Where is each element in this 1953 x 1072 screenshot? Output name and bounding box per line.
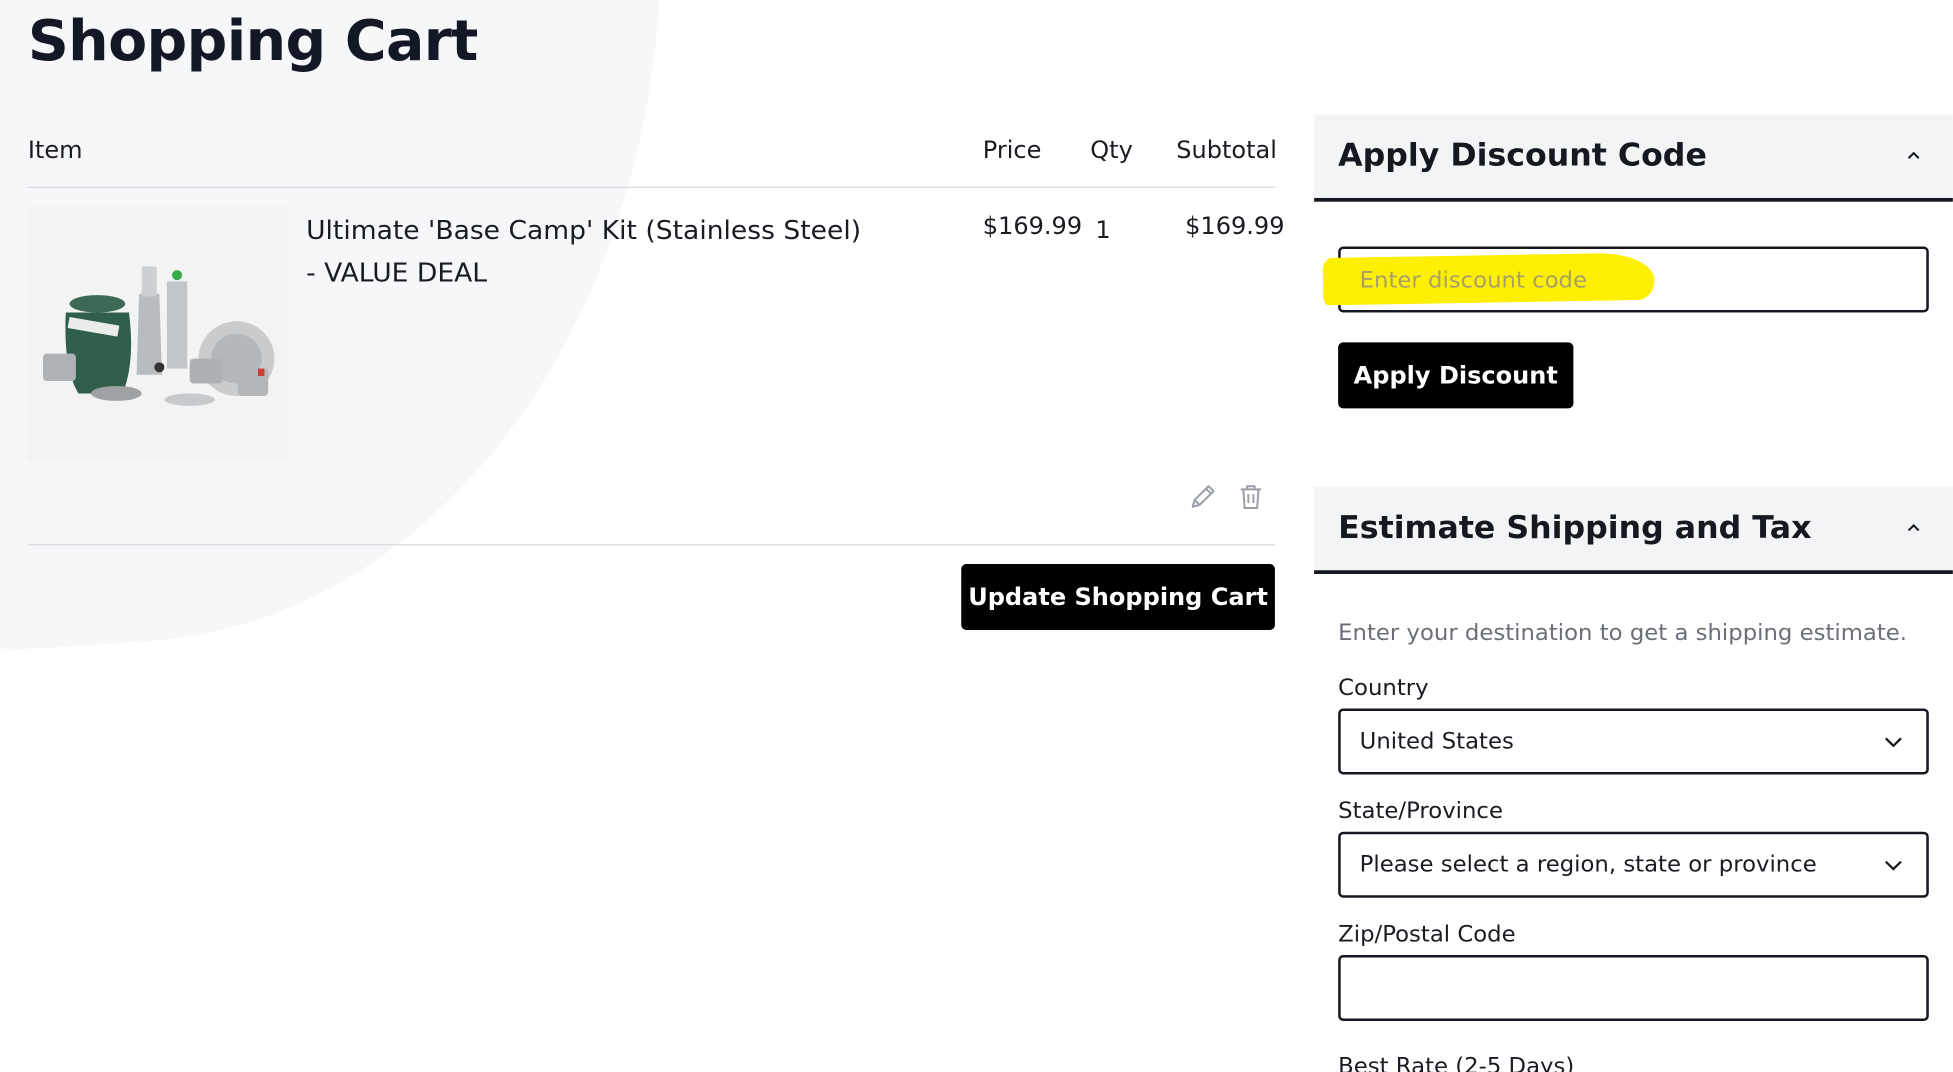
country-select[interactable]: United States [1338,708,1929,775]
table-header-divider [27,186,1275,189]
country-label: Country [1338,674,1429,701]
state-select-value: Please select a region, state or provinc… [1359,851,1817,878]
update-shopping-cart-button[interactable]: Update Shopping Cart [961,564,1275,631]
discount-panel-header[interactable]: Apply Discount Code [1314,114,1953,202]
trash-icon[interactable] [1236,482,1266,512]
discount-panel-title: Apply Discount Code [1338,136,1707,174]
pencil-icon[interactable] [1188,482,1218,512]
product-image-graphic [27,206,288,461]
column-header-item: Item [27,136,83,165]
country-select-value: United States [1359,728,1514,755]
page-title: Shopping Cart [27,7,479,74]
state-select[interactable]: Please select a region, state or provinc… [1338,831,1929,898]
shipping-estimate-note: Enter your destination to get a shipping… [1338,620,1908,647]
state-label: State/Province [1338,798,1503,825]
shipping-panel-title: Estimate Shipping and Tax [1338,509,1812,546]
chevron-down-icon [1885,737,1902,748]
shipping-panel-header[interactable]: Estimate Shipping and Tax [1314,486,1953,574]
zip-label: Zip/Postal Code [1338,921,1516,948]
product-name-link[interactable]: Ultimate 'Base Camp' Kit (Stainless Stee… [306,209,863,294]
apply-discount-button[interactable]: Apply Discount [1338,342,1574,409]
chevron-up-icon [1907,151,1920,159]
cart-actions-divider [27,544,1275,546]
chevron-down-icon [1885,860,1902,871]
zip-code-input[interactable] [1338,954,1929,1021]
page: Shopping Cart Item Price Qty Subtotal Ul… [0,0,1953,1072]
column-header-subtotal: Subtotal [1176,136,1277,165]
chevron-up-icon [1907,524,1920,532]
item-subtotal: $169.99 [1185,212,1285,241]
column-header-price: Price [982,136,1042,165]
highlight-mark [1322,252,1655,306]
item-qty[interactable]: 1 [1095,217,1110,244]
product-image[interactable] [27,206,288,461]
shipping-rate-label: Best Rate (2-5 Days) [1338,1053,1575,1072]
item-price: $169.99 [982,212,1083,241]
column-header-qty: Qty [1090,136,1133,165]
